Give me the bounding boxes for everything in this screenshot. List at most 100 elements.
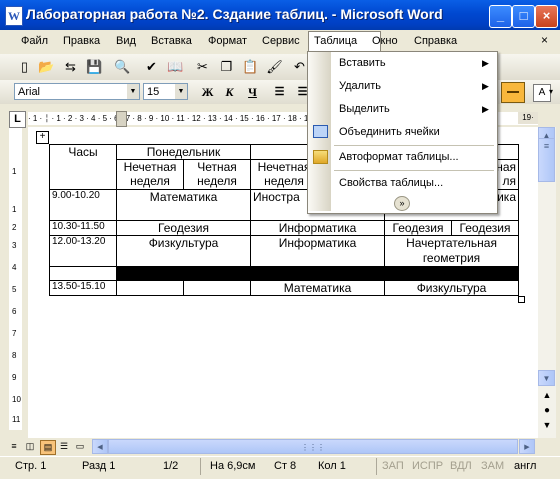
vertical-ruler-marks: 1 1 2 3 4 5 6 7 8 9 10 11 <box>12 128 21 430</box>
reading-view-icon[interactable]: ▭ <box>73 440 87 453</box>
menu-item-autoformat[interactable]: Автоформат таблицы... <box>339 151 459 163</box>
empty-cell[interactable] <box>49 266 117 281</box>
mon-cell[interactable]: Физкультура <box>116 235 251 267</box>
menu-tools[interactable]: Сервис <box>262 35 300 47</box>
indent-marker-icon[interactable] <box>116 111 127 127</box>
menu-help[interactable]: Справка <box>414 35 457 47</box>
toolbar-options-icon[interactable]: ▾ <box>549 84 559 100</box>
underline-button[interactable]: Ч <box>243 83 262 101</box>
mon-cell[interactable]: Геодезия <box>116 220 251 236</box>
web-view-icon[interactable]: ◫ <box>23 440 37 453</box>
scroll-down-icon[interactable]: ▼ <box>538 370 555 386</box>
status-track-changes[interactable]: ИСПР <box>412 460 443 472</box>
submenu-arrow-icon: ▶ <box>482 58 489 68</box>
horizontal-scroll-thumb[interactable]: ⋮⋮⋮ <box>108 439 518 454</box>
chevron-down-icon[interactable]: ▼ <box>175 84 187 99</box>
font-size-combo[interactable]: 15 ▼ <box>143 83 188 100</box>
wed-cell[interactable]: Физкультура <box>384 280 519 296</box>
vruler-mark: 5 <box>12 285 17 294</box>
tab-selector-button[interactable]: L <box>9 111 26 128</box>
odd-week-cell[interactable]: Нечетная неделя <box>116 159 184 190</box>
scroll-left-icon[interactable]: ◀ <box>92 439 108 454</box>
paste-icon[interactable]: 📋 <box>242 58 259 75</box>
menu-item-insert[interactable]: Вставить <box>339 57 386 69</box>
tue-cell[interactable]: Математика <box>250 280 385 296</box>
new-document-icon[interactable]: ▯ <box>16 58 33 75</box>
menu-edit[interactable]: Правка <box>63 35 100 47</box>
outline-view-icon[interactable]: ☰ <box>57 440 71 453</box>
menu-expand-chevron-icon[interactable]: » <box>394 196 410 211</box>
print-layout-icon[interactable]: ▤ <box>40 440 56 455</box>
menu-table[interactable]: Таблица <box>314 35 357 47</box>
font-size: 15 <box>147 86 160 98</box>
submenu-arrow-icon: ▶ <box>482 81 489 91</box>
vruler-mark: 7 <box>12 329 17 338</box>
empty-cell[interactable] <box>183 280 251 296</box>
copy-icon[interactable]: ❐ <box>218 58 235 75</box>
time-cell[interactable]: 12.00-13.20 <box>49 235 117 267</box>
scroll-thumb[interactable]: ≡ <box>538 138 555 182</box>
selected-row-cell[interactable] <box>116 266 519 281</box>
status-record-macro[interactable]: ЗАП <box>382 460 404 472</box>
header-monday[interactable]: Понедельник <box>116 144 251 160</box>
menu-view[interactable]: Вид <box>116 35 136 47</box>
maximize-button[interactable]: □ <box>512 5 535 28</box>
table-move-handle-icon[interactable]: + <box>36 131 49 144</box>
align-left-icon[interactable]: ☰ <box>270 83 289 101</box>
vruler-mark: 2 <box>12 223 17 232</box>
word-doc-icon[interactable]: W <box>5 6 23 26</box>
menu-insert[interactable]: Вставка <box>151 35 192 47</box>
menu-file[interactable]: Файл <box>21 35 48 47</box>
mon-cell[interactable]: Математика <box>116 189 251 221</box>
vruler-mark: 3 <box>12 241 17 250</box>
scroll-right-icon[interactable]: ▶ <box>519 439 535 454</box>
time-cell[interactable]: 13.50-15.10 <box>49 280 117 296</box>
print-preview-icon[interactable]: 🔍 <box>114 58 131 75</box>
status-column: Кол 1 <box>318 460 346 472</box>
wed-odd-cell[interactable]: Геодезия <box>384 220 452 236</box>
research-icon[interactable]: 📖 <box>167 58 184 75</box>
wed-line2: геометрия <box>422 251 481 265</box>
menu-item-table-properties[interactable]: Свойства таблицы... <box>339 177 443 189</box>
menu-item-delete[interactable]: Удалить <box>339 80 381 92</box>
merge-cells-icon <box>313 125 328 138</box>
status-extend[interactable]: ВДЛ <box>450 460 472 472</box>
bold-button[interactable]: Ж <box>198 83 217 101</box>
normal-view-icon[interactable]: ≡ <box>7 440 21 453</box>
chevron-down-icon[interactable]: ▼ <box>127 84 139 99</box>
menu-item-select[interactable]: Выделить <box>339 103 390 115</box>
even-week-cell[interactable]: Четная неделя <box>183 159 251 190</box>
cut-icon[interactable]: ✂ <box>194 58 211 75</box>
menu-item-merge-cells[interactable]: Объединить ячейки <box>339 126 440 138</box>
italic-button[interactable]: К <box>220 83 239 101</box>
format-painter-icon[interactable]: 🖌 <box>266 58 283 75</box>
time-cell[interactable]: 9.00-10.20 <box>49 189 117 221</box>
previous-page-icon[interactable]: ▲ <box>540 390 554 400</box>
tue-cell[interactable]: Информатика <box>250 220 385 236</box>
vruler-mark: 8 <box>12 351 17 360</box>
wed-cell[interactable]: Начертательная геометрия <box>384 235 519 267</box>
open-folder-icon[interactable]: 📂 <box>38 58 55 75</box>
minimize-button[interactable]: _ <box>489 5 512 28</box>
table-resize-handle-icon[interactable] <box>518 296 525 303</box>
permissions-icon[interactable]: ⇆ <box>62 58 79 75</box>
status-overtype[interactable]: ЗАМ <box>481 460 504 472</box>
menu-format[interactable]: Формат <box>208 35 247 47</box>
close-document-icon[interactable]: × <box>541 33 548 47</box>
highlight-color-icon[interactable] <box>501 82 525 103</box>
next-page-icon[interactable]: ▼ <box>540 420 554 430</box>
font-combo[interactable]: Arial ▼ <box>14 83 140 100</box>
undo-icon[interactable]: ↶ <box>291 58 308 75</box>
wed-even-cell[interactable]: Геодезия <box>451 220 519 236</box>
tue-cell[interactable]: Информатика <box>250 235 385 267</box>
empty-cell[interactable] <box>116 280 184 296</box>
save-icon[interactable]: 💾 <box>86 58 103 75</box>
menu-window[interactable]: Окно <box>372 35 398 47</box>
spelling-icon[interactable]: ✔ <box>143 58 160 75</box>
header-hours[interactable]: Часы <box>49 144 117 190</box>
status-position: На 6,9см <box>210 460 256 472</box>
time-cell[interactable]: 10.30-11.50 <box>49 220 117 236</box>
submenu-arrow-icon: ▶ <box>482 104 489 114</box>
close-button[interactable]: × <box>535 5 558 28</box>
browse-object-icon[interactable]: ● <box>540 405 554 416</box>
